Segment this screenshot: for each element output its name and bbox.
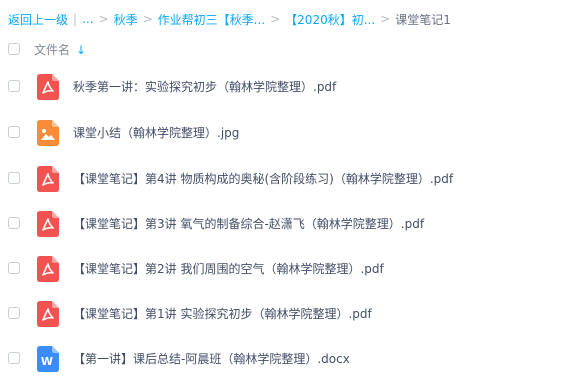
file-name[interactable]: 【课堂笔记】第1讲 实验探究初步（翰林学院整理）.pdf <box>73 305 372 322</box>
file-name[interactable]: 秋季第一讲：实验探究初步（翰林学院整理）.pdf <box>73 78 336 95</box>
breadcrumb-item-autumn[interactable]: 秋季 <box>114 11 138 28</box>
image-icon <box>37 120 59 146</box>
pdf-icon <box>37 166 59 192</box>
pdf-icon <box>37 301 59 327</box>
file-name[interactable]: 【课堂笔记】第4讲 物质构成的奥秘(含阶段练习)（翰林学院整理）.pdf <box>73 170 453 187</box>
file-name[interactable]: 【第一讲】课后总结-阿晨班（翰林学院整理）.docx <box>73 350 350 367</box>
file-checkbox[interactable] <box>8 262 20 274</box>
breadcrumb-separator: | <box>73 12 78 26</box>
pdf-icon <box>37 74 59 100</box>
file-checkbox[interactable] <box>8 126 20 138</box>
file-row[interactable]: 【课堂笔记】第2讲 我们周围的空气（翰林学院整理）.pdf <box>0 248 561 292</box>
file-list-header: 文件名 ↓ <box>0 38 561 60</box>
back-link[interactable]: 返回上一级 <box>8 11 68 28</box>
file-row[interactable]: 【课堂笔记】第4讲 物质构成的奥秘(含阶段练习)（翰林学院整理）.pdf <box>0 158 561 202</box>
breadcrumb-item-course[interactable]: 作业帮初三【秋季... <box>158 11 265 28</box>
breadcrumb-item-term[interactable]: 【2020秋】初... <box>285 11 375 28</box>
breadcrumb-separator: > <box>270 12 281 26</box>
sort-down-icon: ↓ <box>76 42 87 57</box>
pdf-icon <box>37 211 59 237</box>
column-label-name: 文件名 <box>34 43 71 57</box>
file-name[interactable]: 【课堂笔记】第2讲 我们周围的空气（翰林学院整理）.pdf <box>73 260 384 277</box>
breadcrumb-separator: > <box>142 12 153 26</box>
file-row[interactable]: 【课堂笔记】第1讲 实验探究初步（翰林学院整理）.pdf <box>0 293 561 337</box>
breadcrumb-current: 课堂笔记1 <box>395 12 451 27</box>
file-checkbox[interactable] <box>8 172 20 184</box>
pdf-icon <box>37 256 59 282</box>
breadcrumb-separator: > <box>380 12 391 26</box>
breadcrumb: 返回上一级 | ... > 秋季 > 作业帮初三【秋季... > 【2020秋】… <box>8 10 451 28</box>
file-checkbox[interactable] <box>8 307 20 319</box>
svg-text:W: W <box>41 355 53 368</box>
file-row[interactable]: 秋季第一讲：实验探究初步（翰林学院整理）.pdf <box>0 66 561 110</box>
sort-by-name[interactable]: 文件名 ↓ <box>34 41 86 58</box>
file-checkbox[interactable] <box>8 80 20 92</box>
breadcrumb-ellipsis[interactable]: ... <box>82 12 93 26</box>
file-name[interactable]: 【课堂笔记】第3讲 氧气的制备综合-赵潇飞（翰林学院整理）.pdf <box>73 215 424 232</box>
file-checkbox[interactable] <box>8 352 20 364</box>
file-row[interactable]: 课堂小结（翰林学院整理）.jpg <box>0 112 561 156</box>
file-row[interactable]: W 【第一讲】课后总结-阿晨班（翰林学院整理）.docx <box>0 338 561 382</box>
file-checkbox[interactable] <box>8 217 20 229</box>
breadcrumb-separator: > <box>98 12 109 26</box>
file-name[interactable]: 课堂小结（翰林学院整理）.jpg <box>73 124 239 141</box>
select-all-checkbox[interactable] <box>8 43 20 55</box>
word-icon: W <box>37 346 59 372</box>
file-row[interactable]: 【课堂笔记】第3讲 氧气的制备综合-赵潇飞（翰林学院整理）.pdf <box>0 203 561 247</box>
